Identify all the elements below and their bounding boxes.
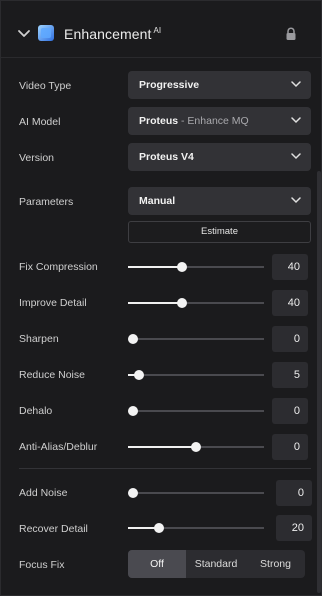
slider-label-recover-detail: Recover Detail <box>19 523 88 535</box>
improve-detail-slider[interactable] <box>128 296 264 310</box>
slider-label-sharpen: Sharpen <box>19 333 59 345</box>
slider-thumb[interactable] <box>154 523 164 533</box>
focus-fix-segmented: Off Standard Strong <box>128 550 305 578</box>
focus-fix-option-off[interactable]: Off <box>128 550 186 578</box>
dehalo-slider[interactable] <box>128 404 264 418</box>
focus-fix-option-standard[interactable]: Standard <box>186 550 246 578</box>
title-text: Enhancement <box>64 26 152 42</box>
slider-track <box>128 374 264 376</box>
add-noise-slider[interactable] <box>128 486 264 500</box>
slider-thumb[interactable] <box>177 298 187 308</box>
slider-track <box>128 338 264 340</box>
fix-compression-value[interactable]: 40 <box>272 254 308 280</box>
version-value: Proteus V4 <box>139 151 194 163</box>
recover-detail-slider[interactable] <box>128 521 264 535</box>
slider-track <box>128 410 264 412</box>
dehalo-value[interactable]: 0 <box>272 398 308 424</box>
section-divider <box>19 468 311 469</box>
scrollbar[interactable] <box>317 171 321 593</box>
ai-model-value: Proteus <box>139 115 179 127</box>
slider-track <box>128 492 264 494</box>
recover-detail-value[interactable]: 20 <box>276 515 312 541</box>
anti-alias-value[interactable]: 0 <box>272 434 308 460</box>
slider-label-add-noise: Add Noise <box>19 487 68 499</box>
slider-thumb[interactable] <box>177 262 187 272</box>
add-noise-value[interactable]: 0 <box>276 480 312 506</box>
improve-detail-value[interactable]: 40 <box>272 290 308 316</box>
panel-title: Enhancement AI <box>64 26 161 42</box>
slider-fill <box>128 266 182 268</box>
chevron-down-icon[interactable] <box>17 27 31 41</box>
ai-model-label: AI Model <box>19 116 61 128</box>
slider-label-anti-alias: Anti-Alias/Deblur <box>19 441 98 453</box>
reduce-noise-value[interactable]: 5 <box>272 362 308 388</box>
version-label: Version <box>19 152 55 164</box>
sharpen-slider[interactable] <box>128 332 264 346</box>
parameters-label: Parameters <box>19 196 74 208</box>
slider-label-improve-detail: Improve Detail <box>19 297 87 309</box>
ai-model-select[interactable]: Proteus - Enhance MQ <box>128 107 311 135</box>
slider-fill <box>128 446 196 448</box>
slider-thumb[interactable] <box>134 370 144 380</box>
reduce-noise-slider[interactable] <box>128 368 264 382</box>
estimate-button[interactable]: Estimate <box>128 221 311 243</box>
focus-fix-option-strong[interactable]: Strong <box>246 550 305 578</box>
lock-icon[interactable] <box>285 27 297 41</box>
chevron-down-icon <box>291 117 301 124</box>
chevron-down-icon <box>291 197 301 204</box>
chevron-down-icon <box>291 153 301 160</box>
video-type-label: Video Type <box>19 80 72 92</box>
sharpen-value[interactable]: 0 <box>272 326 308 352</box>
slider-thumb[interactable] <box>128 334 138 344</box>
chevron-down-icon <box>291 81 301 88</box>
slider-thumb[interactable] <box>128 406 138 416</box>
video-type-select[interactable]: Progressive <box>128 71 311 99</box>
slider-fill <box>128 302 182 304</box>
slider-label-fix-compression: Fix Compression <box>19 261 98 273</box>
enhancement-cube-icon <box>38 25 54 41</box>
slider-thumb[interactable] <box>191 442 201 452</box>
ai-badge: AI <box>153 26 162 35</box>
version-select[interactable]: Proteus V4 <box>128 143 311 171</box>
focus-fix-label: Focus Fix <box>19 559 65 571</box>
ai-model-subvalue: - Enhance MQ <box>178 115 249 127</box>
enhancement-panel: Enhancement AI Video Type Progressive AI … <box>0 0 322 596</box>
slider-label-dehalo: Dehalo <box>19 405 53 417</box>
fix-compression-slider[interactable] <box>128 260 264 274</box>
slider-label-reduce-noise: Reduce Noise <box>19 369 85 381</box>
header-divider <box>1 57 322 58</box>
anti-alias-slider[interactable] <box>128 440 264 454</box>
panel-header: Enhancement AI <box>1 1 322 65</box>
parameters-select[interactable]: Manual <box>128 187 311 215</box>
parameters-value: Manual <box>139 195 176 207</box>
slider-thumb[interactable] <box>128 488 138 498</box>
video-type-value: Progressive <box>139 79 200 91</box>
